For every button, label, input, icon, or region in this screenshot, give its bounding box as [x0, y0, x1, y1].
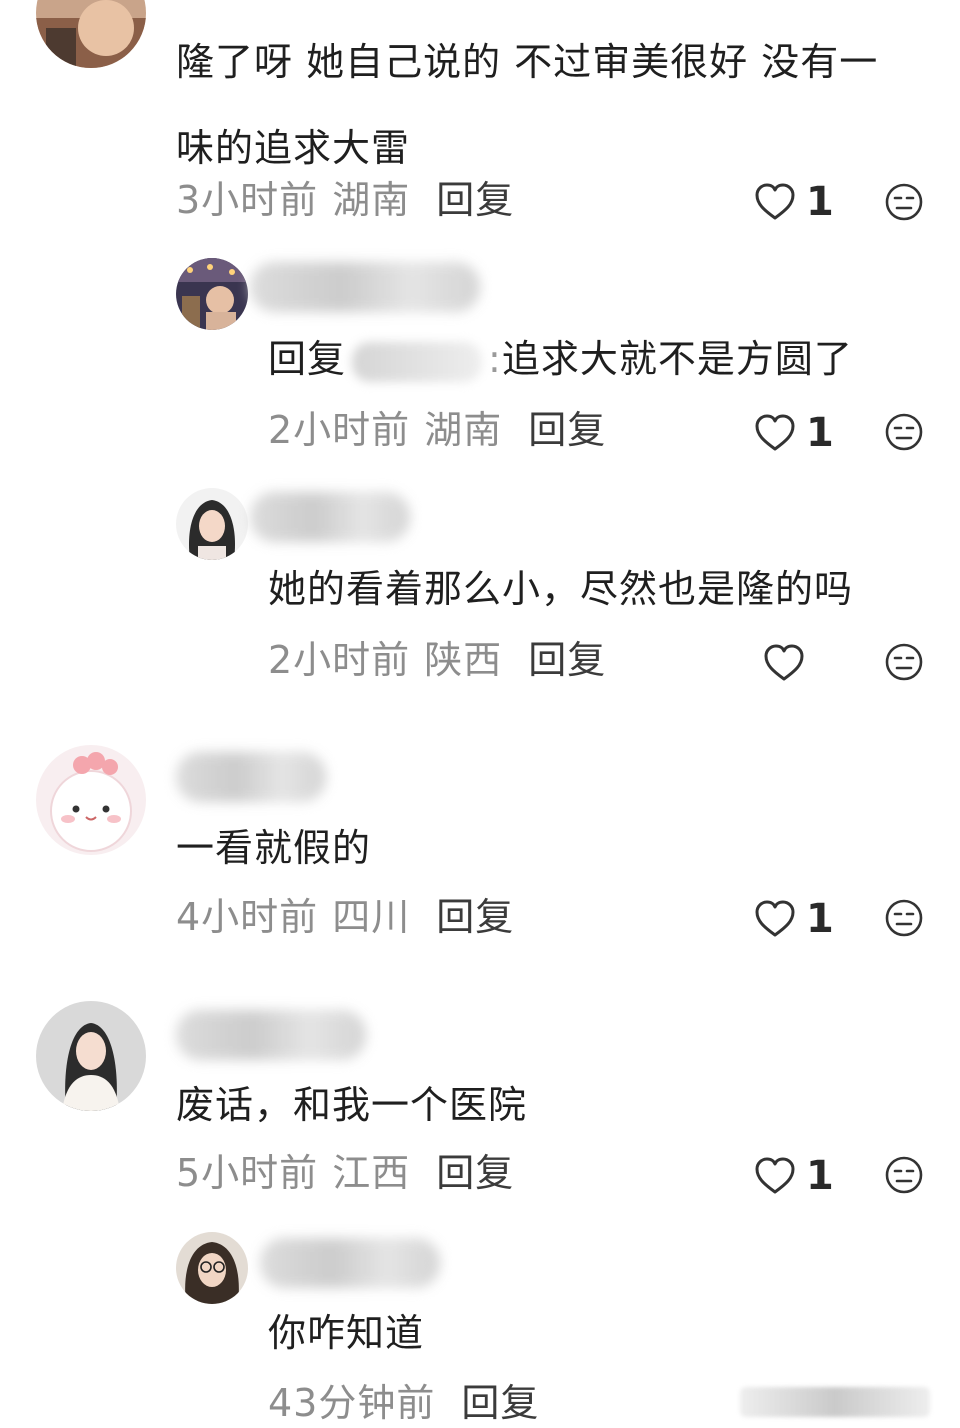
comment-location: 四川	[332, 895, 411, 939]
comment-text: 隆了呀 她自己说的 不过审美很好 没有一味的追求大雷	[176, 40, 879, 170]
reply-button[interactable]: 回复	[436, 1151, 514, 1195]
comment-text: 你咋知道	[268, 1311, 425, 1355]
like-button[interactable]: 1	[754, 1151, 834, 1201]
dislike-face-icon[interactable]	[884, 1155, 924, 1195]
comment-location: 湖南	[332, 178, 411, 222]
like-button[interactable]: 1	[754, 408, 834, 458]
avatar[interactable]	[36, 0, 146, 68]
reply-button[interactable]: 回复	[528, 408, 606, 452]
comment-location: 湖南	[424, 408, 503, 452]
nickname-blurred	[176, 1010, 366, 1060]
reply-colon: :	[488, 337, 502, 381]
reply-button[interactable]: 回复	[436, 895, 514, 939]
comment-meta: 2小时前 湖南 回复	[268, 405, 606, 455]
nickname-blurred	[250, 262, 480, 312]
like-count: 1	[806, 410, 834, 456]
comment-location: 陕西	[424, 638, 503, 682]
reply-body: 追求大就不是方圆了	[501, 337, 853, 381]
comment-text: 回复:追求大就不是方圆了	[268, 316, 853, 402]
heart-icon	[755, 1157, 795, 1194]
avatar[interactable]	[36, 745, 146, 855]
comment-meta: 4小时前 四川 回复	[176, 892, 514, 942]
reply-button[interactable]: 回复	[528, 638, 606, 682]
nickname-blurred	[250, 492, 410, 542]
dislike-face-icon[interactable]	[884, 898, 924, 938]
reply-button[interactable]: 回复	[461, 1381, 539, 1425]
like-count: 1	[806, 896, 834, 942]
dislike-face-icon[interactable]	[884, 642, 924, 682]
reply-target-blurred	[352, 341, 483, 382]
dislike-face-icon[interactable]	[884, 412, 924, 452]
comment-time: 4小时前	[176, 895, 319, 939]
watermark	[740, 1387, 930, 1417]
nickname-blurred	[260, 1238, 440, 1288]
comment-text: 一看就假的	[176, 826, 372, 870]
like-count: 1	[806, 179, 834, 225]
comment-location: 江西	[332, 1151, 411, 1195]
comment-time: 5小时前	[176, 1151, 319, 1195]
comment-text: 废话，和我一个医院	[176, 1083, 528, 1127]
nickname-blurred	[176, 752, 326, 802]
heart-icon	[764, 644, 804, 681]
comment-meta: 5小时前 江西 回复	[176, 1148, 514, 1198]
avatar[interactable]	[176, 1232, 248, 1304]
comment-time: 43分钟前	[268, 1381, 436, 1425]
comment-text: 她的看着那么小，尽然也是隆的吗	[268, 567, 854, 611]
comment-time: 2小时前	[268, 638, 411, 682]
heart-icon	[755, 900, 795, 937]
comment-thread: 隆了呀 她自己说的 不过审美很好 没有一味的追求大雷 3小时前 湖南 回复 1 回复…	[0, 0, 960, 1427]
comment-meta: 43分钟前 回复	[268, 1378, 539, 1428]
dislike-face-icon[interactable]	[884, 182, 924, 222]
comment-time: 3小时前	[176, 178, 319, 222]
avatar[interactable]	[176, 258, 248, 330]
comment-time: 2小时前	[268, 408, 411, 452]
reply-button[interactable]: 回复	[436, 178, 514, 222]
avatar[interactable]	[36, 1001, 146, 1111]
comment-meta: 2小时前 陕西 回复	[268, 635, 606, 685]
heart-icon	[755, 183, 795, 220]
heart-icon	[755, 414, 795, 451]
reply-prefix: 回复	[268, 337, 347, 381]
like-button[interactable]	[763, 638, 805, 688]
comment-meta: 3小时前 湖南 回复	[176, 175, 514, 225]
like-count: 1	[806, 1153, 834, 1199]
avatar[interactable]	[176, 488, 248, 560]
like-button[interactable]: 1	[754, 894, 834, 944]
like-button[interactable]: 1	[754, 177, 834, 227]
